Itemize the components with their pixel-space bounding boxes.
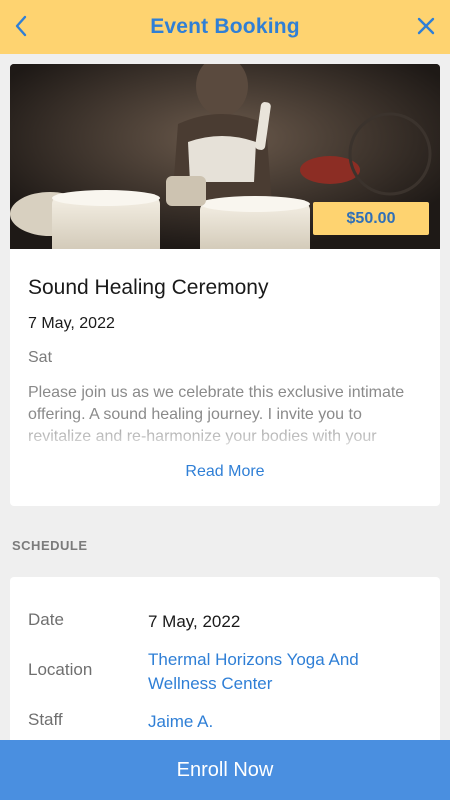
back-button[interactable] — [6, 10, 36, 42]
schedule-value-date: 7 May, 2022 — [148, 612, 241, 631]
chevron-left-icon — [15, 15, 27, 37]
schedule-label-staff: Staff — [28, 710, 63, 729]
page-title: Event Booking — [150, 15, 300, 38]
event-hero-image: $50.00 — [10, 64, 440, 249]
read-more-link[interactable]: Read More — [10, 463, 440, 481]
schedule-value-location[interactable]: Thermal Horizons Yoga And Wellness Cente… — [148, 648, 418, 696]
event-card: $50.00 Sound Healing Ceremony 7 May, 202… — [10, 64, 440, 506]
price-badge: $50.00 — [313, 202, 429, 235]
close-button[interactable] — [410, 10, 442, 42]
event-date: 7 May, 2022 — [28, 315, 115, 332]
schedule-label-location: Location — [28, 660, 93, 679]
event-booking-screen: Event Booking $50.00 Sound Healing Cerem… — [0, 0, 450, 800]
schedule-value-staff[interactable]: Jaime A. — [148, 710, 418, 734]
enroll-now-button[interactable]: Enroll Now — [0, 740, 450, 800]
schedule-section-label: SCHEDULE — [12, 538, 88, 553]
schedule-label-date: Date — [28, 610, 64, 629]
app-header: Event Booking — [0, 0, 450, 54]
event-title: Sound Healing Ceremony — [28, 276, 269, 299]
event-day: Sat — [28, 349, 53, 366]
event-description: Please join us as we celebrate this excl… — [28, 384, 405, 445]
close-icon — [417, 17, 435, 35]
